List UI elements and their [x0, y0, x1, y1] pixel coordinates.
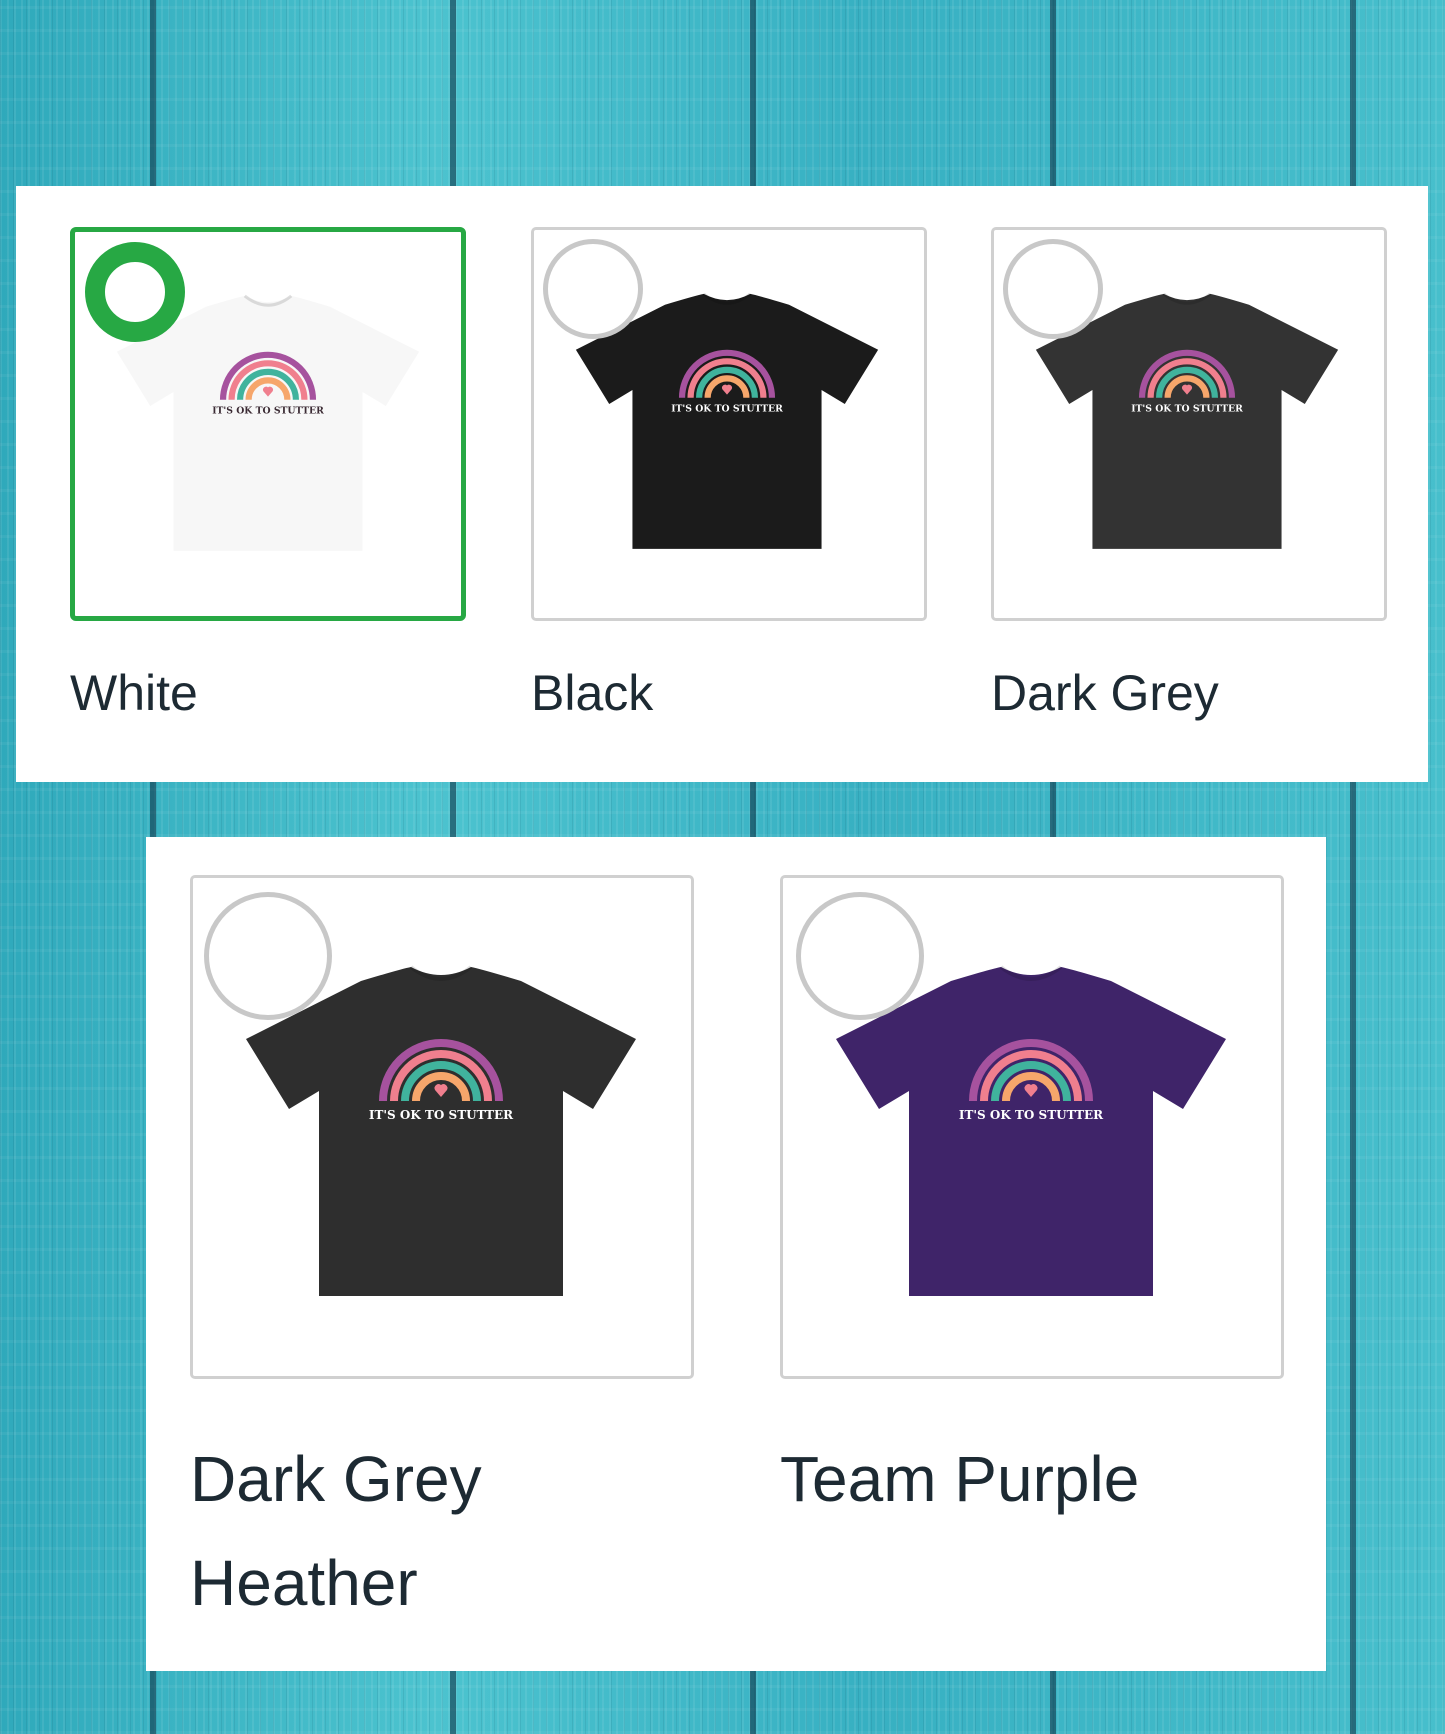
variant-card-dark-grey-heather[interactable]: IT'S OK TO STUTTER [190, 875, 694, 1379]
variant-card-team-purple[interactable]: IT'S OK TO STUTTER [780, 875, 1284, 1379]
tshirt-body [575, 293, 879, 549]
variant-label: Team Purple [780, 1443, 1140, 1515]
tshirt-body [836, 967, 1226, 1296]
variant-label: Dark Grey Heather [190, 1443, 482, 1619]
variant-card-dark-grey[interactable]: IT'S OK TO STUTTER [991, 227, 1387, 621]
variant-label: Dark Grey [991, 665, 1219, 721]
variant-card-black[interactable]: IT'S OK TO STUTTER [531, 227, 927, 621]
color-options-panel-top: IT'S OK TO STUTTER White IT'S OK TO STUT… [16, 186, 1428, 782]
radio-unselected-icon[interactable] [204, 892, 332, 1020]
variant-label: Black [531, 665, 654, 721]
shirt-print-text: IT'S OK TO STUTTER [1131, 404, 1243, 415]
radio-selected-icon[interactable] [85, 242, 185, 342]
tshirt-body [1035, 293, 1339, 549]
radio-unselected-icon[interactable] [543, 239, 643, 339]
radio-unselected-icon[interactable] [1003, 239, 1103, 339]
tshirt-body [246, 967, 636, 1296]
variant-card-white[interactable]: IT'S OK TO STUTTER [70, 227, 466, 621]
shirt-print-text: IT'S OK TO STUTTER [959, 1108, 1104, 1122]
shirt-print-text: IT'S OK TO STUTTER [671, 404, 783, 415]
shirt-print-text: IT'S OK TO STUTTER [369, 1108, 514, 1122]
tshirt-body [116, 295, 420, 551]
radio-unselected-icon[interactable] [796, 892, 924, 1020]
color-options-panel-bottom: IT'S OK TO STUTTER Dark Grey Heather IT'… [146, 837, 1326, 1671]
variant-label: White [70, 665, 198, 721]
shirt-print-text: IT'S OK TO STUTTER [212, 406, 324, 417]
